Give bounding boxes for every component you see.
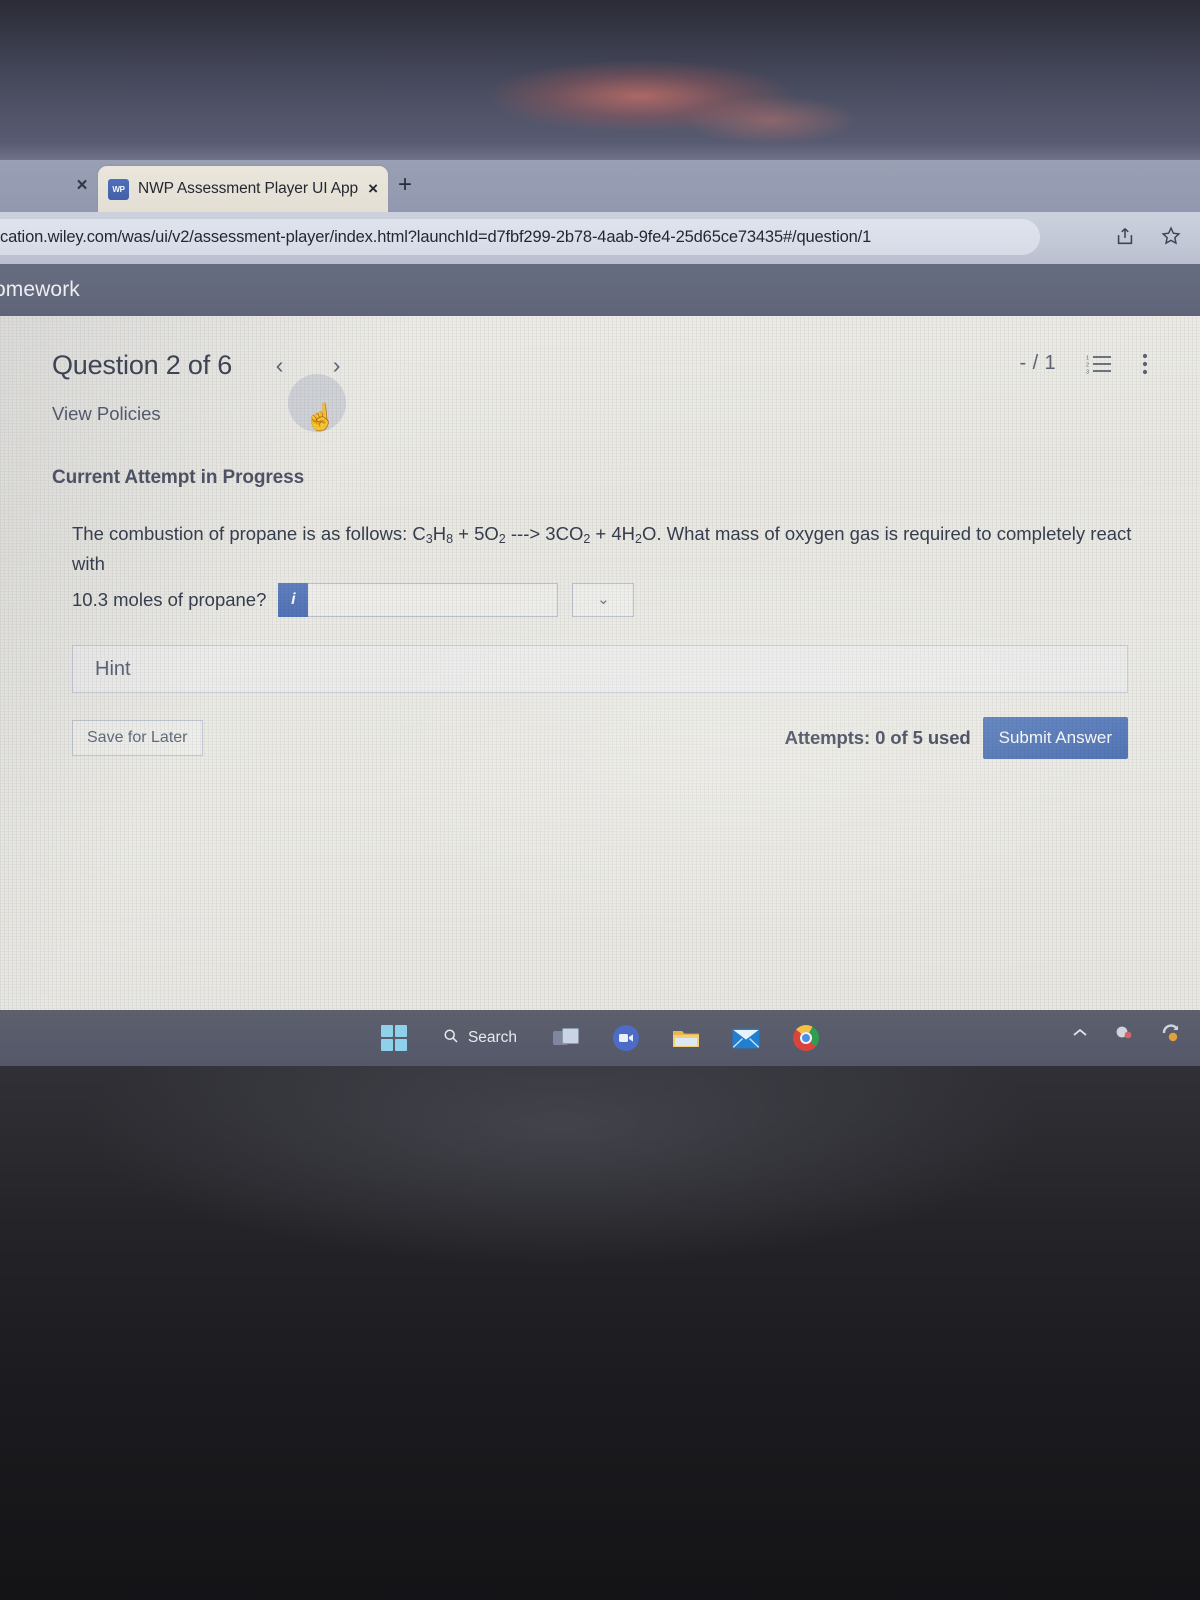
chrome-icon[interactable] [789,1021,823,1055]
submit-answer-button[interactable]: Submit Answer [982,717,1128,760]
sync-icon[interactable] [1160,1022,1182,1047]
adjacent-tab-close-icon[interactable]: × [68,172,96,200]
submit-group: Attempts: 0 of 5 used Submit Answer [784,717,1128,760]
teams-camera-icon[interactable] [609,1021,643,1055]
assessment-page: Question 2 of 6 ‹ › ☝ - / 1 1 2 3 View P… [0,316,1200,1066]
share-icon[interactable] [1114,225,1136,247]
eq-arrow-3co: ---> 3CO [505,523,584,544]
question-text-part1: The combustion of propane is as follows:… [72,523,426,544]
browser-tab-title: NWP Assessment Player UI Appli [138,180,360,197]
svg-text:2: 2 [1086,362,1089,368]
windows-start-icon[interactable] [377,1021,411,1055]
eq-sub-8: 8 [446,532,454,546]
question-meta: - / 1 1 2 3 [1020,352,1148,375]
eq-sub-2a: 2 [498,532,506,546]
attempts-counter: Attempts: 0 of 5 used [784,727,971,749]
tray-chevron-up-icon[interactable] [1072,1026,1088,1044]
file-explorer-icon[interactable] [669,1021,703,1055]
eq-o-period: O. [641,523,662,544]
eq-plus-4h: + 4H [590,523,636,544]
app-header-bar: omework [0,264,1200,316]
browser-tab-active[interactable]: WP NWP Assessment Player UI Appli × [98,166,388,212]
chevron-down-icon: ⌄ [597,591,610,609]
browser-tab-strip: × WP NWP Assessment Player UI Appli × + [0,160,1200,212]
question-text: The combustion of propane is as follows:… [72,519,1148,618]
attempt-status-label: Current Attempt in Progress [52,467,305,488]
browser-address-bar: cation.wiley.com/was/ui/v2/assessment-pl… [0,212,1200,264]
unit-dropdown[interactable]: ⌄ [572,583,635,618]
eq-sub-3: 3 [425,532,433,546]
close-icon[interactable]: × [368,179,378,199]
view-policies-link[interactable]: View Policies [52,403,1148,425]
omnibox-actions [1114,225,1182,247]
mouse-cursor-hand-icon: ☝ [302,400,338,434]
desk-below-monitor [0,1066,1200,1600]
task-view-icon[interactable] [549,1021,583,1055]
page-title: omework [0,278,80,301]
answer-row: 10.3 moles of propane? i ⌄ [72,583,1148,618]
question-text-part3: 10.3 moles of propane? [72,589,267,611]
mail-icon[interactable] [729,1021,763,1055]
windows-taskbar: Search [0,1010,1200,1066]
numbered-list-icon[interactable]: 1 2 3 [1086,354,1112,374]
notification-icon[interactable] [1114,1023,1134,1046]
monitor-top-bezel-reflection [0,0,1200,168]
question-header-row: Question 2 of 6 ‹ › ☝ - / 1 1 2 3 [52,350,1148,433]
svg-text:1: 1 [1086,355,1089,361]
new-tab-button[interactable]: + [398,173,412,197]
answer-input[interactable] [308,583,559,618]
action-row: Save for Later Attempts: 0 of 5 used Sub… [72,717,1128,760]
save-for-later-button[interactable]: Save for Later [72,720,203,757]
url-text: cation.wiley.com/was/ui/v2/assessment-pl… [0,227,872,246]
photographed-screen: × WP NWP Assessment Player UI Appli × + … [0,0,1200,1600]
eq-h: H [432,523,447,544]
taskbar-items: Search [377,1021,823,1055]
taskbar-search-label: Search [467,1029,518,1046]
star-icon[interactable] [1160,225,1182,247]
score-display: - / 1 [1019,352,1056,374]
wileyplus-favicon: WP [108,178,129,200]
eq-plus-5o: + 5O [453,523,499,544]
question-heading: Question 2 of 6 [52,350,233,380]
url-field[interactable]: cation.wiley.com/was/ui/v2/assessment-pl… [0,219,1040,255]
system-tray [1072,1022,1182,1047]
hint-label: Hint [95,657,131,680]
kebab-menu-icon[interactable] [1142,353,1148,375]
search-icon [443,1028,459,1049]
taskbar-search[interactable]: Search [437,1028,523,1049]
next-question-button[interactable]: › [321,350,352,381]
browser-window: × WP NWP Assessment Player UI Appli × + … [0,160,1200,1066]
hint-panel[interactable]: Hint [72,645,1128,694]
eq-sub-2c: 2 [635,532,642,546]
info-button[interactable]: i [278,583,309,618]
svg-text:3: 3 [1086,369,1089,374]
prev-question-button[interactable]: ‹ [264,350,295,381]
